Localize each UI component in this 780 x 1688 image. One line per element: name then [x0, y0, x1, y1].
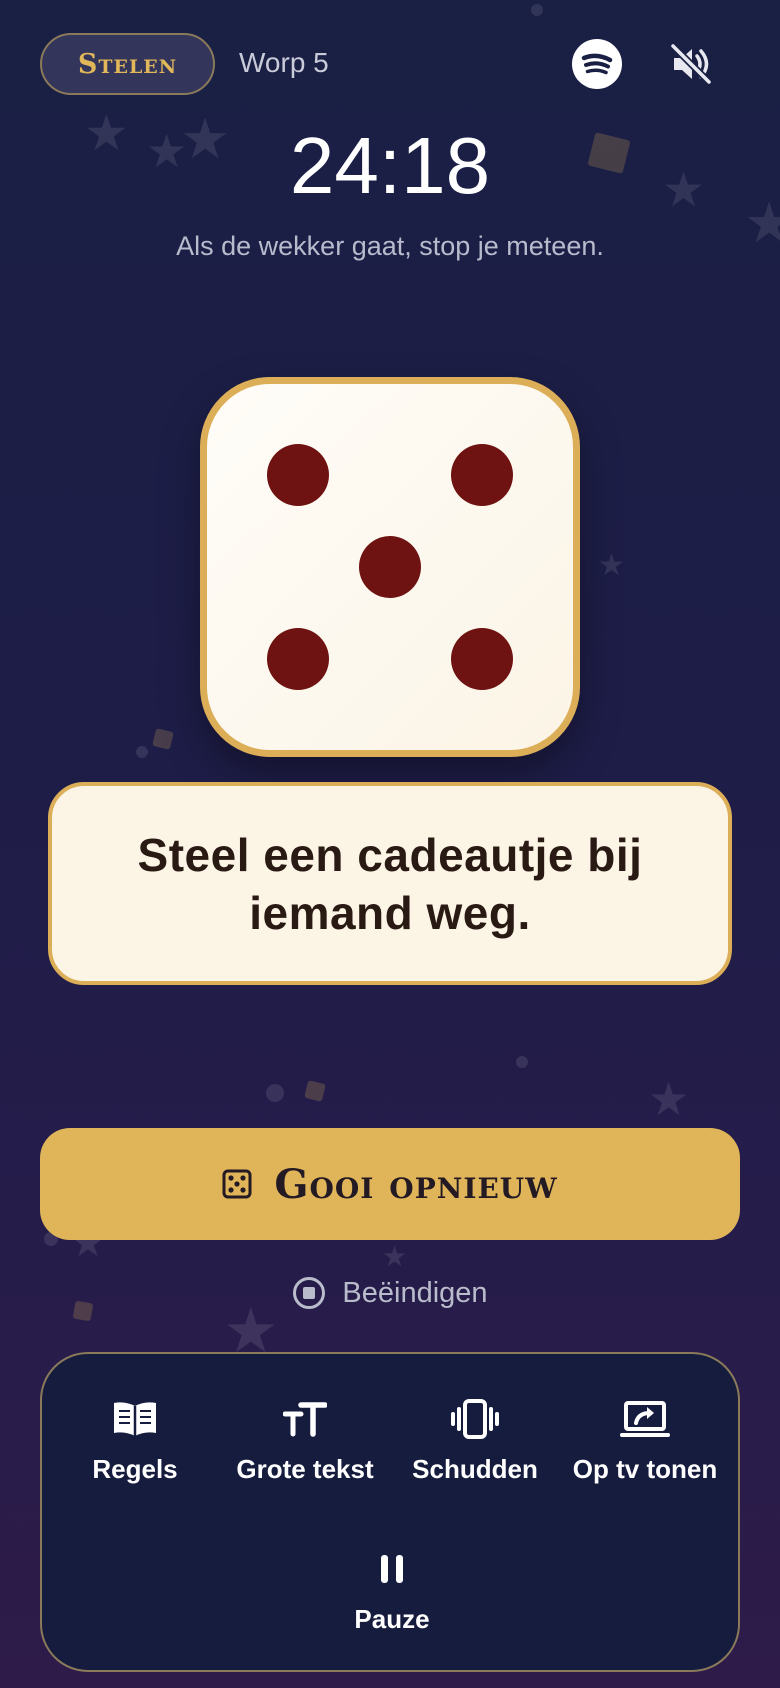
background-star-icon: ★ [598, 549, 625, 582]
show-on-tv-button[interactable]: Op tv tonen [560, 1396, 730, 1485]
background-dot [531, 4, 543, 16]
countdown-timer: 24:18 [289, 121, 491, 210]
die-pip [451, 444, 513, 506]
background-dot [136, 746, 148, 758]
mute-button[interactable] [668, 41, 714, 87]
rules-label: Regels [92, 1454, 178, 1484]
big-text-button[interactable]: Grote tekst [220, 1396, 390, 1485]
pause-icon [381, 1555, 403, 1583]
shake-button[interactable]: Schudden [390, 1396, 560, 1485]
reroll-label: Gooi opnieuw [274, 1160, 558, 1208]
tools-panel: Regels Grote tekst Schudden Op tv tonen … [40, 1352, 740, 1672]
book-icon [114, 1402, 156, 1436]
background-star-icon: ★ [382, 1241, 408, 1272]
spotify-icon [581, 53, 613, 75]
action-card: Steel een cadeautje bij iemand weg. [48, 782, 732, 985]
pause-button[interactable]: Pauze [307, 1546, 477, 1635]
throw-counter: Worp 5 [239, 47, 329, 78]
reroll-button[interactable]: Gooi opnieuw [40, 1128, 740, 1240]
die-pip [267, 444, 329, 506]
background-star-icon: ★ [648, 1073, 690, 1125]
big-text-label: Grote tekst [236, 1454, 374, 1484]
vibrate-icon [451, 1399, 499, 1439]
text-size-icon [283, 1402, 327, 1437]
mode-badge[interactable]: Stelen [40, 33, 215, 95]
die-pip [359, 536, 421, 598]
background-dot [266, 1084, 284, 1102]
dice-icon [222, 1169, 252, 1199]
spotify-button[interactable] [572, 39, 622, 89]
shake-label: Schudden [412, 1454, 538, 1484]
die-pip [267, 628, 329, 690]
end-game-button[interactable]: Beëindigen [0, 1276, 780, 1310]
die-face[interactable] [200, 377, 580, 757]
mode-label: Stelen [77, 48, 178, 80]
timer-hint: Als de wekker gaat, stop je meteen. [176, 231, 604, 261]
rules-button[interactable]: Regels [50, 1396, 220, 1485]
cast-icon [620, 1401, 670, 1437]
end-game-label: Beëindigen [342, 1276, 488, 1309]
background-dot [516, 1056, 528, 1068]
background-gift-icon [152, 728, 174, 750]
top-bar: Stelen Worp 5 [40, 33, 740, 95]
show-on-tv-label: Op tv tonen [572, 1454, 718, 1484]
action-text: Steel een cadeautje bij iemand weg. [137, 828, 643, 939]
background-gift-icon [304, 1080, 326, 1102]
volume-muted-icon [669, 42, 713, 86]
die-pip [451, 628, 513, 690]
pause-label: Pauze [354, 1604, 430, 1634]
stop-circle-icon [293, 1277, 326, 1309]
